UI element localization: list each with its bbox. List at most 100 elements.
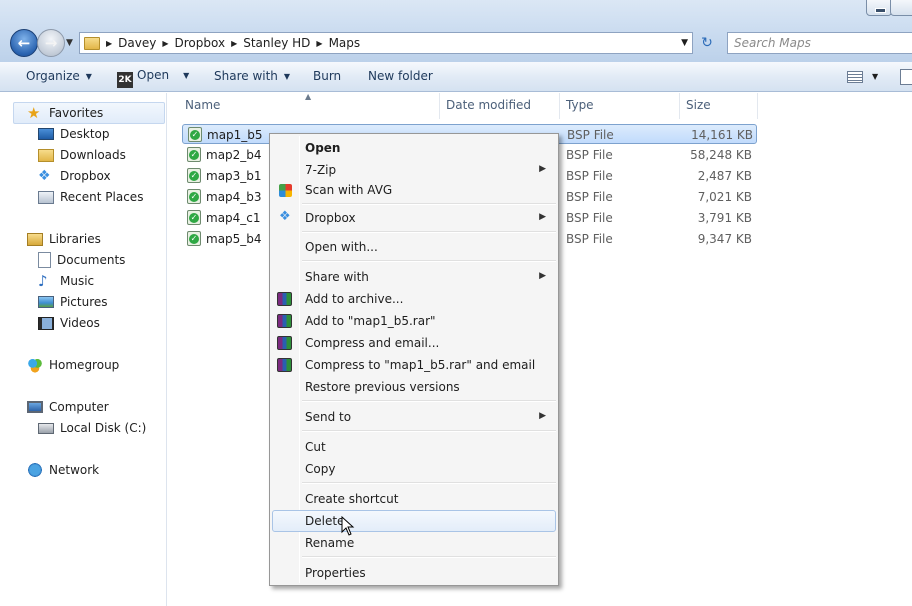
menu-item-label: Cut (305, 440, 326, 454)
menu-item-open[interactable]: Open (272, 137, 556, 159)
nav-libraries-label: Libraries (49, 232, 101, 246)
bsp-file-icon (187, 210, 201, 225)
recent-pages-dropdown[interactable]: ▼ (66, 38, 73, 48)
nav-computer[interactable]: Computer (27, 397, 109, 417)
menu-item-create-shortcut[interactable]: Create shortcut (272, 488, 556, 510)
column-name[interactable]: Name (185, 98, 220, 112)
dropbox-icon: ❖ (38, 168, 51, 184)
nav-downloads-label: Downloads (60, 148, 126, 162)
nav-libraries[interactable]: Libraries (27, 229, 101, 249)
organize-button[interactable]: Organize ▼ (26, 69, 92, 83)
menu-item-properties[interactable]: Properties (272, 562, 556, 584)
menu-item-delete[interactable]: Delete (272, 510, 556, 532)
chevron-right-icon[interactable]: ▶ (162, 39, 168, 48)
menu-item-label: Add to archive... (305, 292, 404, 306)
file-type: BSP File (566, 232, 613, 246)
nav-favorites[interactable]: ★ Favorites (27, 103, 103, 123)
menu-item-compress-rar-email[interactable]: Compress to "map1_b5.rar" and email (272, 354, 556, 376)
share-with-button[interactable]: Share with ▼ (214, 69, 290, 83)
menu-item-add-to-rar[interactable]: Add to "map1_b5.rar" (272, 310, 556, 332)
menu-item-cut[interactable]: Cut (272, 436, 556, 458)
menu-separator (302, 260, 556, 262)
chevron-down-icon[interactable]: ▼ (872, 72, 878, 81)
chevron-right-icon[interactable]: ▶ (231, 39, 237, 48)
menu-separator (302, 482, 556, 484)
star-icon: ★ (27, 104, 41, 122)
nav-pictures[interactable]: Pictures (38, 292, 108, 312)
menu-item-label: Open with... (305, 240, 378, 254)
column-divider[interactable] (559, 93, 560, 119)
file-name: map2_b4 (206, 148, 262, 162)
new-folder-button[interactable]: New folder (368, 69, 433, 83)
nav-music[interactable]: ♪ Music (38, 271, 94, 291)
menu-item-scan-avg[interactable]: Scan with AVG (272, 179, 556, 201)
column-type[interactable]: Type (566, 98, 594, 112)
address-dropdown-icon[interactable]: ▼ (681, 38, 688, 48)
menu-separator (302, 400, 556, 402)
column-divider[interactable] (757, 93, 758, 119)
menu-item-label: Share with (305, 270, 369, 284)
breadcrumb-dropbox[interactable]: Dropbox (175, 36, 226, 50)
file-name: map5_b4 (206, 232, 262, 246)
maximize-button[interactable] (890, 0, 912, 16)
menu-item-open-with[interactable]: Open with... (272, 236, 556, 258)
nav-dropbox[interactable]: ❖ Dropbox (38, 166, 111, 186)
column-date-modified[interactable]: Date modified (446, 98, 531, 112)
column-size[interactable]: Size (686, 98, 711, 112)
nav-local-disk-label: Local Disk (C:) (60, 421, 147, 435)
homegroup-icon (27, 357, 43, 373)
menu-item-rename[interactable]: Rename (272, 532, 556, 554)
menu-item-send-to[interactable]: Send to ▶ (272, 406, 556, 428)
chevron-right-icon[interactable]: ▶ (316, 39, 322, 48)
file-size: 9,347 KB (697, 232, 752, 246)
videos-icon (38, 316, 54, 330)
chevron-right-icon[interactable]: ▶ (106, 39, 112, 48)
nav-videos[interactable]: Videos (38, 313, 100, 333)
nav-recent-places[interactable]: Recent Places (38, 187, 143, 207)
column-divider[interactable] (679, 93, 680, 119)
view-options-icon[interactable] (847, 71, 863, 83)
search-input[interactable]: Search Maps (727, 32, 912, 54)
menu-item-share-with[interactable]: Share with ▶ (272, 266, 556, 288)
nav-dropbox-label: Dropbox (60, 169, 111, 183)
menu-item-copy[interactable]: Copy (272, 458, 556, 480)
nav-desktop-label: Desktop (60, 127, 110, 141)
nav-homegroup[interactable]: Homegroup (27, 355, 119, 375)
forward-button[interactable]: → (37, 29, 65, 57)
nav-local-disk[interactable]: Local Disk (C:) (38, 418, 146, 438)
column-divider[interactable] (439, 93, 440, 119)
breadcrumb-davey[interactable]: Davey (118, 36, 156, 50)
minimize-button[interactable] (866, 0, 892, 16)
back-button[interactable]: ← (10, 29, 38, 57)
folder-icon (84, 36, 100, 50)
menu-item-label: 7-Zip (305, 163, 337, 177)
menu-item-dropbox[interactable]: ❖ Dropbox ▶ (272, 207, 556, 229)
breadcrumb-maps[interactable]: Maps (329, 36, 361, 50)
nav-desktop[interactable]: Desktop (38, 124, 110, 144)
nav-favorites-label: Favorites (49, 106, 104, 120)
bsp-file-icon (188, 127, 202, 142)
menu-item-add-to-archive[interactable]: Add to archive... (272, 288, 556, 310)
breadcrumb-stanley-hd[interactable]: Stanley HD (243, 36, 310, 50)
chevron-down-icon: ▼ (183, 71, 190, 80)
address-bar[interactable]: ▶ Davey ▶ Dropbox ▶ Stanley HD ▶ Maps ▼ (79, 32, 693, 54)
nav-network-label: Network (49, 463, 100, 477)
refresh-icon: ↻ (701, 35, 713, 51)
winrar-icon (277, 292, 292, 306)
sort-ascending-icon: ▲ (305, 92, 312, 101)
menu-item-compress-email[interactable]: Compress and email... (272, 332, 556, 354)
nav-homegroup-label: Homegroup (49, 358, 120, 372)
menu-separator (302, 556, 556, 558)
nav-network[interactable]: Network (27, 460, 99, 480)
burn-button[interactable]: Burn (313, 69, 341, 83)
winrar-icon (277, 314, 292, 328)
open-button[interactable]: 2K Open ▼ (117, 68, 189, 88)
preview-pane-icon[interactable] (900, 69, 912, 85)
refresh-button[interactable]: ↻ (696, 33, 718, 53)
bsp-file-icon (187, 189, 201, 204)
menu-item-restore-versions[interactable]: Restore previous versions (272, 376, 556, 398)
menu-item-label: Restore previous versions (305, 380, 460, 394)
nav-documents[interactable]: Documents (38, 250, 125, 270)
menu-item-7zip[interactable]: 7-Zip ▶ (272, 159, 556, 181)
nav-downloads[interactable]: Downloads (38, 145, 126, 165)
